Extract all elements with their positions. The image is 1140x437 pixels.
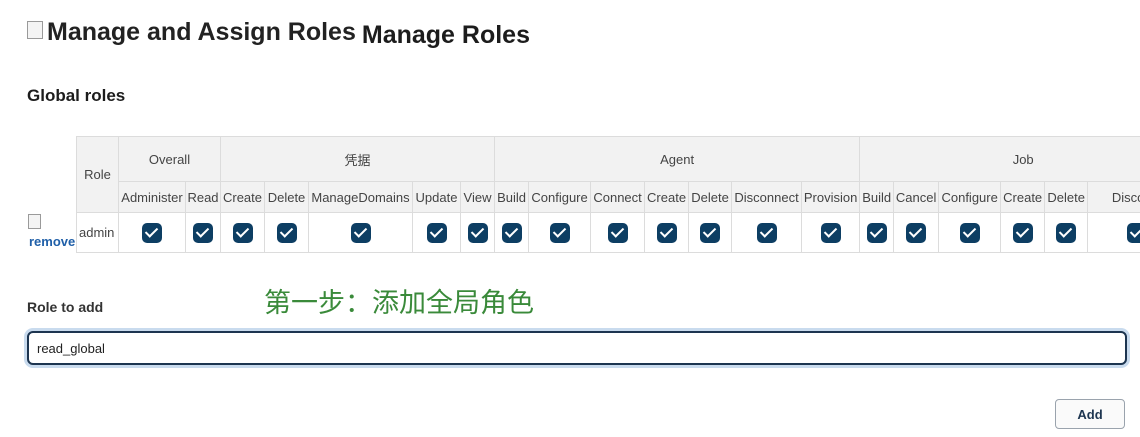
permission-checkbox[interactable] [426,222,447,243]
permission-cell [1087,212,1140,253]
section-title: Global roles [27,86,126,105]
permission-cell [688,212,733,253]
permission-checkbox[interactable] [549,222,570,243]
permission-cell [1044,212,1089,253]
permission-cell [118,212,186,253]
permission-header: Discover [1087,181,1140,213]
permission-cell [801,212,861,253]
permission-cell [494,212,530,253]
permission-cell [459,212,496,253]
roles-icon-image: Manage and Assign Roles [27,18,356,47]
permission-group-header: 凭据 [219,136,496,182]
permission-cell [308,212,413,253]
broken-image-icon [27,21,43,39]
permission-checkbox[interactable] [142,222,162,243]
remove-label: remove [29,234,76,249]
permission-checkbox[interactable] [959,222,980,243]
permission-checkbox[interactable] [756,222,777,243]
permission-cell [731,212,803,253]
remove-icon [28,214,41,229]
permission-group-header: Job [859,136,1140,182]
permission-cell [264,212,309,253]
permission-checkbox[interactable] [656,222,677,243]
permission-checkbox[interactable] [501,222,522,243]
permission-header: ManageDomains [308,181,413,213]
permission-checkbox[interactable] [276,222,297,243]
permission-cell [185,212,221,253]
permission-header: Administer [118,181,186,213]
permission-checkbox[interactable] [467,222,488,243]
role-column-header: Role [76,136,119,213]
permission-header: Delete [688,181,733,213]
permission-checkbox[interactable] [866,222,887,243]
permission-group-header: Overall [118,136,221,182]
permission-header: Build [859,181,895,213]
role-to-add-input[interactable] [27,331,1127,365]
permission-cell [938,212,1002,253]
permission-checkbox[interactable] [350,222,371,243]
permission-header: Create [220,181,265,213]
permission-cell [644,212,690,253]
permission-checkbox[interactable] [906,222,927,243]
page-header: Manage and Assign Roles Manage Roles [27,18,530,54]
permission-cell [1000,212,1046,253]
permission-checkbox[interactable] [700,222,721,243]
permission-checkbox[interactable] [1127,222,1140,243]
permission-checkbox[interactable] [1056,222,1077,243]
permission-checkbox[interactable] [193,222,213,243]
role-row: admin [76,212,1140,253]
permission-header: Update [412,181,461,213]
step-annotation: 第一步：添加全局角色 [264,288,534,319]
permission-checkbox[interactable] [1012,222,1033,243]
permission-checkbox[interactable] [607,222,628,243]
role-name: admin [76,212,119,253]
permission-header: Cancel [893,181,940,213]
permission-header: Configure [938,181,1002,213]
permission-header: Delete [264,181,309,213]
global-roles-table: Role Overall 凭据 Agent Job Administer Read Cre… [76,136,1140,253]
permission-header: Delete [1044,181,1089,213]
add-role-button[interactable]: Add [1055,399,1125,429]
permission-cell [590,212,646,253]
page-title: Manage Roles [361,21,530,49]
permission-cell [412,212,461,253]
permission-cell [893,212,940,253]
permission-group-header: Agent [494,136,861,182]
permission-header: Create [644,181,690,213]
permission-header: Connect [590,181,646,213]
permission-header: Create [1000,181,1046,213]
role-to-add-label: Role to add [27,299,104,315]
permission-checkbox[interactable] [232,222,253,243]
permission-header: Read [185,181,221,213]
permission-header: Provision [801,181,861,213]
permission-header: View [459,181,496,213]
roles-icon-alt-text: Manage and Assign Roles [47,18,356,46]
permission-header: Disconnect [731,181,803,213]
permission-header: Build [494,181,530,213]
permission-header: Configure [528,181,592,213]
permission-cell [220,212,265,253]
permission-cell [528,212,592,253]
permission-checkbox[interactable] [820,222,841,243]
remove-role-link[interactable]: remove [28,214,75,249]
permission-cell [859,212,895,253]
